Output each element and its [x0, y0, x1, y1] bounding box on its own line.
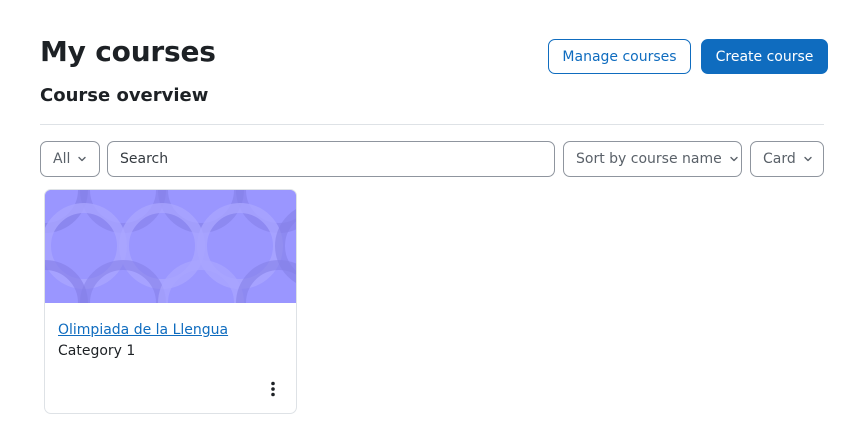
chevron-down-icon	[77, 154, 87, 164]
course-name-link[interactable]: Olimpiada de la Llengua	[58, 322, 228, 338]
view-value: Card	[763, 151, 796, 167]
course-card-body: Olimpiada de la Llengua Category 1	[45, 303, 296, 359]
chevron-down-icon	[729, 154, 739, 164]
sort-dropdown[interactable]: Sort by course name	[563, 141, 742, 177]
search-input[interactable]	[120, 151, 554, 167]
sort-value: Sort by course name	[576, 151, 722, 167]
page-title: My courses	[40, 35, 216, 68]
manage-courses-button[interactable]: Manage courses	[548, 39, 691, 74]
divider	[40, 124, 824, 125]
course-image[interactable]	[45, 190, 296, 303]
course-card[interactable]: Olimpiada de la Llengua Category 1	[44, 189, 297, 414]
grouping-value: All	[53, 151, 71, 167]
search-field[interactable]	[107, 141, 555, 177]
page: My courses Manage courses Create course …	[0, 0, 859, 438]
grouping-dropdown[interactable]: All	[40, 141, 100, 177]
course-overview-heading: Course overview	[40, 85, 209, 106]
chevron-down-icon	[803, 154, 813, 164]
more-vertical-icon[interactable]	[264, 378, 282, 400]
course-category: Category 1	[58, 343, 136, 359]
create-course-button[interactable]: Create course	[701, 39, 828, 74]
view-dropdown[interactable]: Card	[750, 141, 824, 177]
